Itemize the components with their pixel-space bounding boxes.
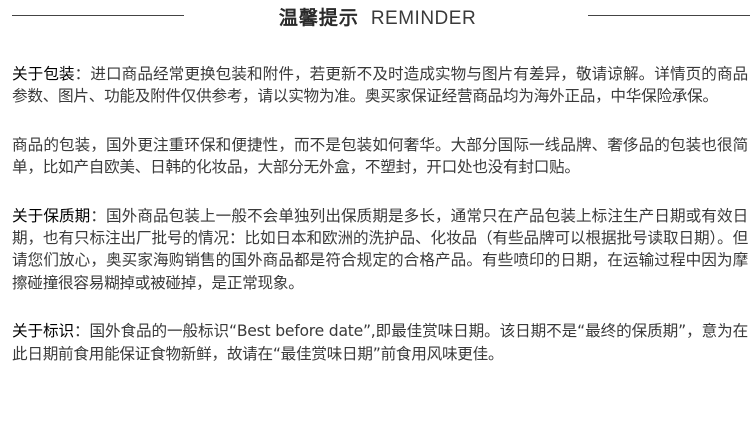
packaging-text: ：进口商品经常更换包装和附件，若更新不及时造成实物与图片有差异，敬请谅解。详情页… (12, 65, 748, 106)
packaging-style-paragraph: 商品的包装，国外更注重环保和便捷性，而不是包装如何奢华。大部分国际一线品牌、奢侈… (12, 134, 748, 179)
labeling-text: ：国外食品的一般标识“Best before date”,即最佳赏味日期。该日期… (12, 322, 748, 363)
header-title: 温馨提示 REMINDER (0, 3, 755, 30)
reminder-header: 温馨提示 REMINDER (0, 0, 755, 34)
packaging-style-text: 商品的包装，国外更注重环保和便捷性，而不是包装如何奢华。大部分国际一线品牌、奢侈… (12, 135, 748, 177)
packaging-label: 关于包装 (12, 65, 75, 83)
packaging-paragraph: 关于包装：进口商品经常更换包装和附件，若更新不及时造成实物与图片有差异，敬请谅解… (12, 63, 748, 108)
reminder-content: 关于包装：进口商品经常更换包装和附件，若更新不及时造成实物与图片有差异，敬请谅解… (12, 63, 748, 391)
shelf-life-text: ：国外商品包装上一般不会单独列出保质期是多长，通常只在产品包装上标注生产日期或有… (12, 206, 748, 292)
header-right-divider (588, 15, 750, 16)
labeling-label: 关于标识 (12, 322, 75, 341)
header-title-chinese: 温馨提示 (278, 7, 359, 29)
shelf-life-label: 关于保质期 (12, 206, 91, 225)
shelf-life-paragraph: 关于保质期：国外商品包装上一般不会单独列出保质期是多长，通常只在产品包装上标注生… (12, 205, 748, 295)
labeling-paragraph: 关于标识：国外食品的一般标识“Best before date”,即最佳赏味日期… (12, 320, 748, 365)
header-title-english: REMINDER (370, 8, 477, 29)
